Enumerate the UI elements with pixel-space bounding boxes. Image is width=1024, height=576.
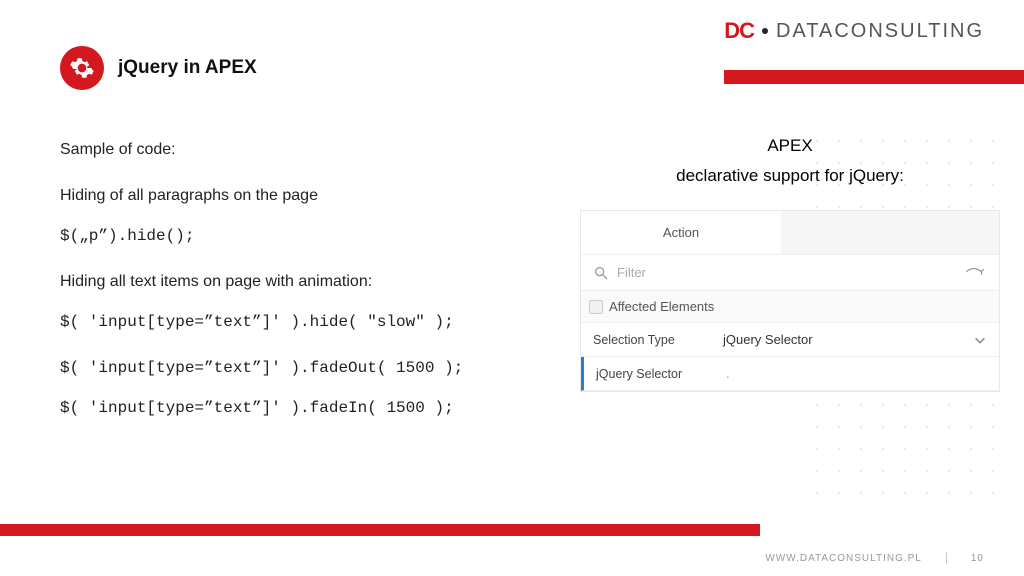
action-row: Action: [581, 211, 999, 255]
apex-properties-panel: Action Filter Affected Elements Selectio…: [580, 210, 1000, 392]
section-title: Affected Elements: [609, 299, 714, 314]
accent-bar-bottom: [0, 524, 760, 536]
jquery-selector-label: jQuery Selector: [596, 367, 706, 381]
code-line-3: $( 'input[type=”text”]' ).fadeOut( 1500 …: [60, 356, 540, 380]
sample-label: Sample of code:: [60, 138, 540, 162]
gear-icon: [60, 46, 104, 90]
filter-placeholder: Filter: [617, 265, 957, 280]
logo-brand-text: DATACONSULTING: [776, 20, 984, 43]
affected-elements-header[interactable]: Affected Elements: [581, 291, 999, 323]
search-icon: [593, 265, 609, 281]
logo-dc-mark: DC: [724, 18, 754, 44]
action-value-field[interactable]: [781, 211, 999, 254]
selection-type-value: jQuery Selector: [723, 332, 953, 347]
jquery-selector-value: .: [726, 366, 987, 381]
footer-url: WWW.DATACONSULTING.PL: [765, 553, 922, 564]
code-samples-column: Sample of code: Hiding of all paragraphs…: [60, 138, 540, 436]
apex-column: APEX declarative support for jQuery: Act…: [580, 136, 1000, 392]
apex-subtitle: declarative support for jQuery:: [580, 166, 1000, 186]
hide-animation-label: Hiding all text items on page with anima…: [60, 270, 540, 294]
apex-heading: APEX: [580, 136, 1000, 156]
footer-divider: [946, 552, 947, 564]
filter-row[interactable]: Filter: [581, 255, 999, 291]
code-line-2: $( 'input[type=”text”]' ).hide( "slow" )…: [60, 310, 540, 334]
logo-dot-icon: [762, 28, 768, 34]
action-label: Action: [581, 225, 781, 240]
hide-paragraphs-label: Hiding of all paragraphs on the page: [60, 184, 540, 208]
footer: WWW.DATACONSULTING.PL 10: [765, 552, 984, 564]
title-row: jQuery in APEX: [60, 46, 257, 90]
page-number: 10: [971, 553, 984, 564]
jquery-selector-row[interactable]: jQuery Selector .: [581, 357, 999, 391]
code-line-4: $( 'input[type=”text”]' ).fadeIn( 1500 )…: [60, 396, 540, 420]
chevron-down-icon: [973, 333, 987, 347]
page-title: jQuery in APEX: [118, 57, 257, 79]
section-toggle-icon: [589, 300, 603, 314]
code-line-1: $(„p”).hide();: [60, 224, 540, 248]
brand-logo: DC DATACONSULTING: [724, 18, 984, 44]
accent-bar-top: [724, 70, 1024, 84]
selection-type-label: Selection Type: [593, 333, 703, 347]
filter-reset-icon[interactable]: [965, 266, 987, 280]
selection-type-row[interactable]: Selection Type jQuery Selector: [581, 323, 999, 357]
